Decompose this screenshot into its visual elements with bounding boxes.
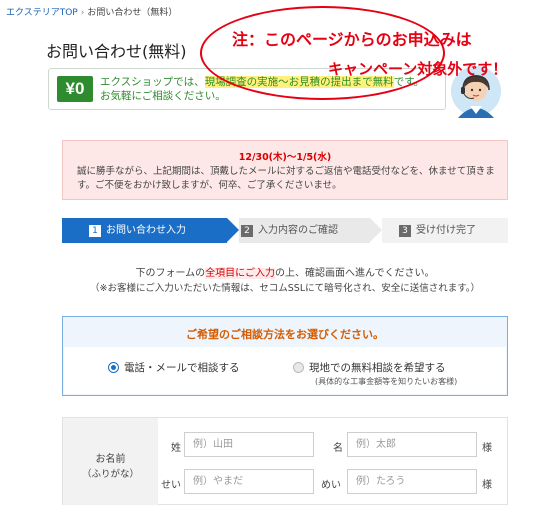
step-confirm: 2 入力内容のご確認	[239, 218, 370, 243]
name-label: お名前	[95, 454, 126, 465]
free-banner-line1-before: エクスショップでは、	[100, 76, 205, 88]
holiday-text: 誠に勝手ながら、上記期間は、頂戴したメールに対するご返信や電話受付などを、休ませ…	[77, 166, 495, 191]
radio-phone-email[interactable]	[108, 362, 119, 373]
free-banner-line2: お気軽にご相談ください。	[100, 90, 226, 102]
step-number: 3	[399, 225, 411, 237]
step-arrow	[227, 218, 239, 242]
breadcrumb: エクステリアTOP › お問い合わせ（無料）	[6, 5, 177, 18]
campaign-notice-line2: キャンペーン対象外です！	[328, 60, 508, 78]
consult-method-options: 電話・メールで相談する 現地での無料相談を希望する (具体的な工事金額等を知りた…	[64, 347, 506, 394]
step-label: 入力内容のご確認	[258, 225, 338, 236]
holiday-date: 12/30(木)〜1/5(水)	[238, 152, 332, 163]
first-kana-label: めい	[321, 480, 341, 491]
last-name-input[interactable]: 例）山田	[184, 432, 314, 457]
intro-highlight: 全項目にご入力	[205, 268, 275, 279]
first-kana-input[interactable]: 例）たろう	[347, 469, 477, 494]
page-title: お問い合わせ(無料)	[46, 42, 187, 61]
consult-method-box: ご希望のご相談方法をお選びください。 電話・メールで相談する 現地での無料相談を…	[62, 316, 508, 396]
step-arrow	[370, 218, 382, 242]
intro-ssl-note: （※お客様にご入力いただいた情報は、セコムSSLにて暗号化され、安全に送信されま…	[89, 283, 481, 294]
step-input: 1 お問い合わせ入力	[62, 218, 227, 243]
name-label-cell: お名前 （ふりがな）	[63, 418, 158, 505]
honorific-suffix: 様	[482, 480, 492, 491]
breadcrumb-current: お問い合わせ（無料）	[87, 8, 178, 18]
breadcrumb-home-link[interactable]: エクステリアTOP	[6, 8, 78, 18]
campaign-notice-ellipse	[200, 6, 445, 100]
step-number: 1	[89, 225, 101, 237]
name-form-row: お名前 （ふりがな） 姓 例）山田 名 例）太郎 様 せい 例）やまだ めい 例…	[62, 417, 508, 505]
consult-method-title: ご希望のご相談方法をお選びください。	[186, 328, 384, 341]
radio-phone-email-label[interactable]: 電話・メールで相談する	[124, 360, 240, 375]
form-intro: 下のフォームの全項目にご入力の上、確認画面へ進んでください。 （※お客様にご入力…	[62, 266, 508, 296]
radio-onsite[interactable]	[293, 362, 304, 373]
last-kana-label: せい	[161, 480, 181, 491]
honorific-suffix: 様	[482, 443, 492, 454]
intro-before: 下のフォームの	[135, 268, 206, 279]
step-complete: 3 受け付け完了	[382, 218, 508, 243]
progress-steps: 1 お問い合わせ入力 2 入力内容のご確認 3 受け付け完了	[62, 218, 508, 243]
holiday-notice: 12/30(木)〜1/5(水) 誠に勝手ながら、上記期間は、頂戴したメールに対す…	[62, 140, 508, 200]
step-number: 2	[241, 225, 253, 237]
intro-after: の上、確認画面へ進んでください。	[275, 268, 435, 279]
name-kana-label: （ふりがな）	[81, 469, 139, 480]
step-label: お問い合わせ入力	[106, 225, 186, 236]
first-name-label: 名	[333, 443, 343, 454]
free-badge: ¥0	[57, 76, 93, 102]
last-kana-input[interactable]: 例）やまだ	[184, 469, 314, 494]
first-name-input[interactable]: 例）太郎	[347, 432, 477, 457]
breadcrumb-separator: ›	[80, 8, 85, 18]
last-name-label: 姓	[171, 443, 181, 454]
step-label: 受け付け完了	[416, 225, 476, 236]
radio-onsite-label[interactable]: 現地での無料相談を希望する	[309, 360, 446, 375]
radio-onsite-note: (具体的な工事金額等を知りたいお客様)	[315, 377, 458, 386]
campaign-notice-line1: 注：このページからのお申込みは	[232, 30, 472, 49]
